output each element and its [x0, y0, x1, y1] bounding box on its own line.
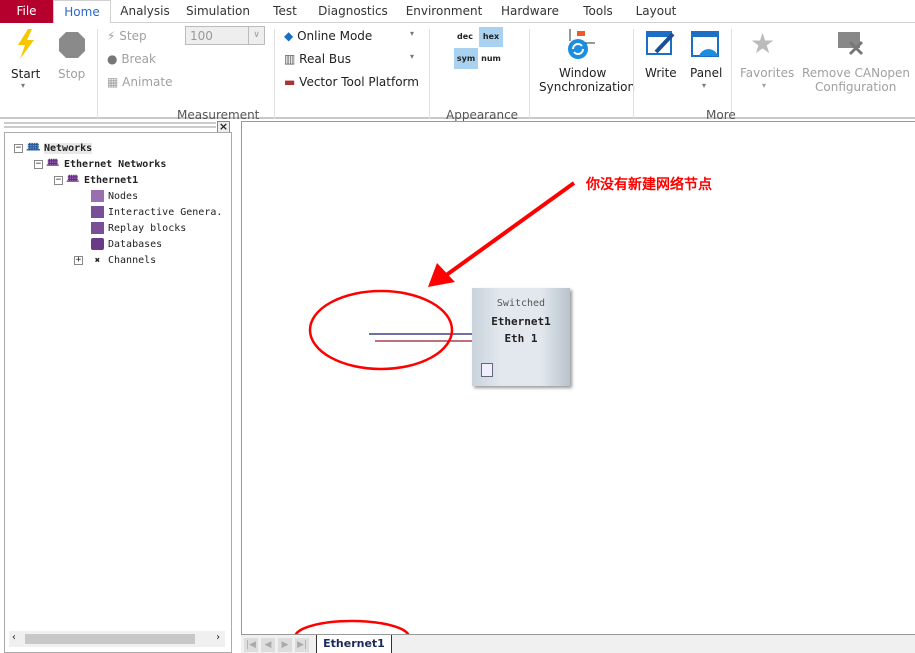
last-tab-icon[interactable]: ▶| — [295, 638, 309, 652]
previous-tab-icon[interactable]: ◀ — [261, 638, 275, 652]
next-tab-icon[interactable]: ▶ — [278, 638, 292, 652]
first-tab-icon[interactable]: |◀ — [244, 638, 258, 652]
switched-ethernet-node[interactable]: Switched Ethernet1 Eth 1 — [472, 288, 570, 386]
tab-ethernet1[interactable]: Ethernet1 — [316, 635, 392, 653]
node-type-label: Switched — [496, 298, 546, 309]
highlight-ellipse — [308, 289, 454, 371]
annotation-arrow-head — [428, 263, 455, 287]
node-port-label: Eth 1 — [504, 332, 538, 345]
node-name-label: Ethernet1 — [491, 315, 551, 328]
bottom-tab-bar: |◀ ◀ ▶ ▶| Ethernet1 — [241, 634, 915, 653]
annotation-text: 你没有新建网络节点 — [586, 177, 712, 193]
annotation-arrow-shaft — [443, 181, 576, 278]
computer-icon — [481, 363, 493, 377]
canvas-drawing — [293, 181, 576, 653]
